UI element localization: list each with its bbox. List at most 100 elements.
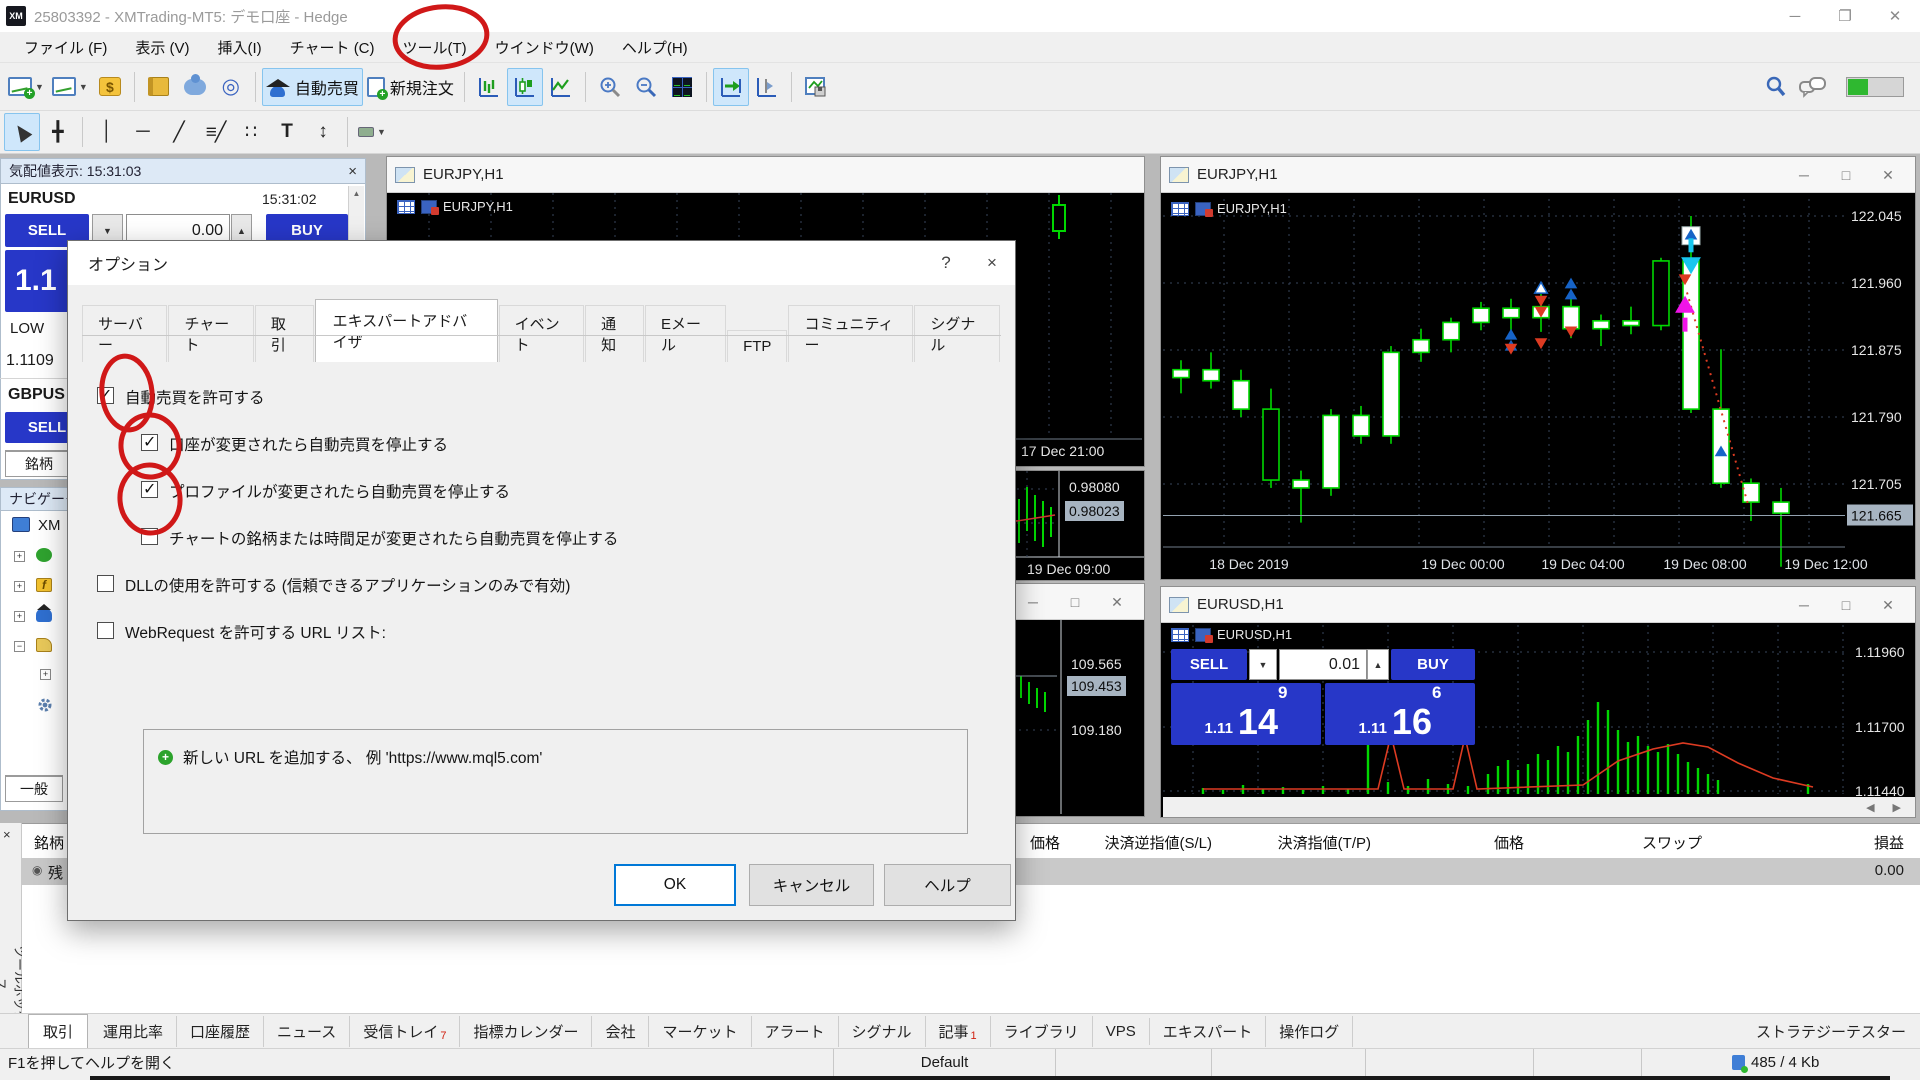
table-column-header-4[interactable]: 価格: [1494, 832, 1524, 853]
scroll-left-icon[interactable]: ◀: [1866, 801, 1874, 814]
close-button[interactable]: ✕: [1870, 0, 1920, 32]
dialog-checkbox-4[interactable]: [97, 575, 114, 592]
dialog-close-button[interactable]: ×: [969, 241, 1015, 285]
menu-item-w[interactable]: ウインドウ(W): [481, 33, 608, 62]
community-button[interactable]: [177, 68, 213, 106]
toolbox-tab-3[interactable]: ニュース: [264, 1016, 350, 1047]
tree-expand-icon[interactable]: +: [14, 551, 25, 562]
zoom-out-button[interactable]: [628, 68, 664, 106]
new-order-button[interactable]: + 新規注文: [363, 68, 458, 106]
chevron-down-icon[interactable]: ▼: [377, 127, 386, 137]
chart-area[interactable]: 122.045121.960121.875121.790121.705121.6…: [1163, 195, 1915, 579]
menu-item-h[interactable]: ヘルプ(H): [608, 33, 702, 62]
volume-field[interactable]: 0.01: [1279, 649, 1367, 680]
profiles-button[interactable]: ▼: [48, 68, 92, 106]
buy-price-box[interactable]: 1.11166: [1325, 683, 1475, 745]
toolbox-tab-0[interactable]: 取引: [28, 1014, 88, 1048]
dialog-tab-2[interactable]: 取引: [255, 305, 314, 362]
volume-dropdown[interactable]: ▼: [1249, 649, 1277, 680]
toolbox-tab-9[interactable]: シグナル: [839, 1016, 926, 1047]
save-template-button[interactable]: [798, 68, 834, 106]
tree-collapse-icon[interactable]: −: [14, 641, 25, 652]
table-column-header-3[interactable]: 決済指値(T/P): [1278, 832, 1371, 853]
toolbox-tab-7[interactable]: マーケット: [649, 1016, 751, 1047]
depth-of-market-icon[interactable]: [1171, 628, 1189, 642]
toolbox-tab-2[interactable]: 口座履歴: [177, 1016, 264, 1047]
dialog-checkbox-5[interactable]: [97, 622, 114, 639]
menu-item-c[interactable]: チャート (C): [276, 33, 389, 62]
help-button[interactable]: ヘルプ: [884, 864, 1011, 906]
sell-price-box[interactable]: 1.11149: [1171, 683, 1321, 745]
tree-expand-icon[interactable]: +: [14, 611, 25, 622]
line-chart-button[interactable]: [543, 68, 579, 106]
dialog-titlebar[interactable]: オプション: [68, 241, 1015, 285]
maximize-icon[interactable]: □: [1054, 585, 1096, 619]
toolbox-tab-10[interactable]: 記事1: [926, 1016, 991, 1047]
fibonacci-tool-button[interactable]: ≡╱: [197, 113, 233, 151]
trendline-tool-button[interactable]: ╱: [161, 113, 197, 151]
menu-item-i[interactable]: 挿入(I): [204, 33, 276, 62]
chart-scrollbar[interactable]: ◀ ▶: [1163, 797, 1915, 817]
dialog-tab-6[interactable]: Eメール: [645, 305, 726, 362]
add-icon[interactable]: +: [158, 750, 173, 765]
tab-symbols[interactable]: 銘柄: [5, 450, 73, 477]
auto-scroll-button[interactable]: [713, 68, 749, 106]
horizontal-line-tool-button[interactable]: ─: [125, 113, 161, 151]
table-column-header-2[interactable]: 決済逆指値(S/L): [1104, 832, 1212, 853]
one-click-trading-icon[interactable]: [421, 200, 437, 214]
minimize-icon[interactable]: ─: [1783, 588, 1825, 622]
toolbox-tab-11[interactable]: ライブラリ: [991, 1016, 1093, 1047]
toolbox-tab-1[interactable]: 運用比率: [90, 1016, 177, 1047]
text-tool-button[interactable]: T: [269, 113, 305, 151]
dialog-help-button[interactable]: ?: [923, 241, 969, 285]
minimize-icon[interactable]: ─: [1783, 158, 1825, 192]
maximize-button[interactable]: ❐: [1820, 0, 1870, 32]
depth-of-market-icon[interactable]: [397, 200, 415, 214]
candlestick-button[interactable]: [507, 68, 543, 106]
autotrade-button[interactable]: 自動売買: [262, 68, 363, 106]
cancel-button[interactable]: キャンセル: [749, 864, 874, 906]
url-add-row[interactable]: + 新しい URL を追加する、 例 'https://www.mql5.com…: [158, 746, 542, 768]
table-column-header-1[interactable]: 価格: [1030, 832, 1060, 853]
one-click-trading-icon[interactable]: [1195, 202, 1211, 216]
arrows-tool-button[interactable]: ↕: [305, 113, 341, 151]
chart-shift-button[interactable]: [749, 68, 785, 106]
search-button[interactable]: [1758, 68, 1794, 106]
strategy-tester-label[interactable]: ストラテジーテスター: [1756, 1021, 1906, 1042]
table-column-header-5[interactable]: スワップ: [1642, 832, 1702, 853]
zoom-in-button[interactable]: [592, 68, 628, 106]
history-center-button[interactable]: [141, 68, 177, 106]
tree-expand-icon[interactable]: +: [40, 669, 51, 680]
dialog-checkbox-3[interactable]: [141, 528, 158, 545]
close-icon[interactable]: ✕: [1867, 158, 1909, 192]
sell-button[interactable]: SELL: [1171, 649, 1247, 680]
tree-expand-icon[interactable]: +: [14, 581, 25, 592]
shapes-tool-button[interactable]: ▼: [354, 113, 390, 151]
cursor-tool-button[interactable]: [4, 113, 40, 151]
crosshair-tool-button[interactable]: ╋: [40, 113, 76, 151]
maximize-icon[interactable]: □: [1825, 158, 1867, 192]
url-list-box[interactable]: + 新しい URL を追加する、 例 'https://www.mql5.com…: [143, 729, 968, 834]
dialog-tab-0[interactable]: サーバー: [82, 305, 167, 362]
dialog-tab-5[interactable]: 通知: [585, 305, 644, 362]
minimize-icon[interactable]: ─: [1012, 585, 1054, 619]
chart-area[interactable]: 1.119601.117001.11440 EURUSD,H1 SELL ▼ 0…: [1163, 623, 1915, 797]
close-icon[interactable]: ×: [348, 163, 357, 180]
toolbox-tab-14[interactable]: 操作ログ: [1266, 1016, 1353, 1047]
tile-windows-button[interactable]: [664, 68, 700, 106]
dialog-tab-9[interactable]: シグナル: [914, 305, 1000, 362]
tab-common[interactable]: 一般: [5, 775, 63, 802]
one-click-trading-icon[interactable]: [1195, 628, 1211, 642]
toolbox-tab-5[interactable]: 指標カレンダー: [460, 1016, 592, 1047]
status-profile[interactable]: Default: [833, 1049, 1055, 1077]
signals-button[interactable]: ◎: [213, 68, 249, 106]
toolbox-tab-8[interactable]: アラート: [752, 1016, 839, 1047]
depth-of-market-icon[interactable]: [1171, 202, 1189, 216]
chevron-down-icon[interactable]: ▼: [79, 82, 88, 92]
scroll-up-icon[interactable]: ▲: [349, 186, 364, 198]
table-column-header-6[interactable]: 損益: [1874, 832, 1904, 853]
toolbox-tab-12[interactable]: VPS: [1093, 1018, 1150, 1045]
volume-up-stepper[interactable]: ▲: [1367, 649, 1389, 680]
dialog-checkbox-1[interactable]: [141, 434, 158, 451]
chevron-down-icon[interactable]: ▼: [35, 82, 44, 92]
